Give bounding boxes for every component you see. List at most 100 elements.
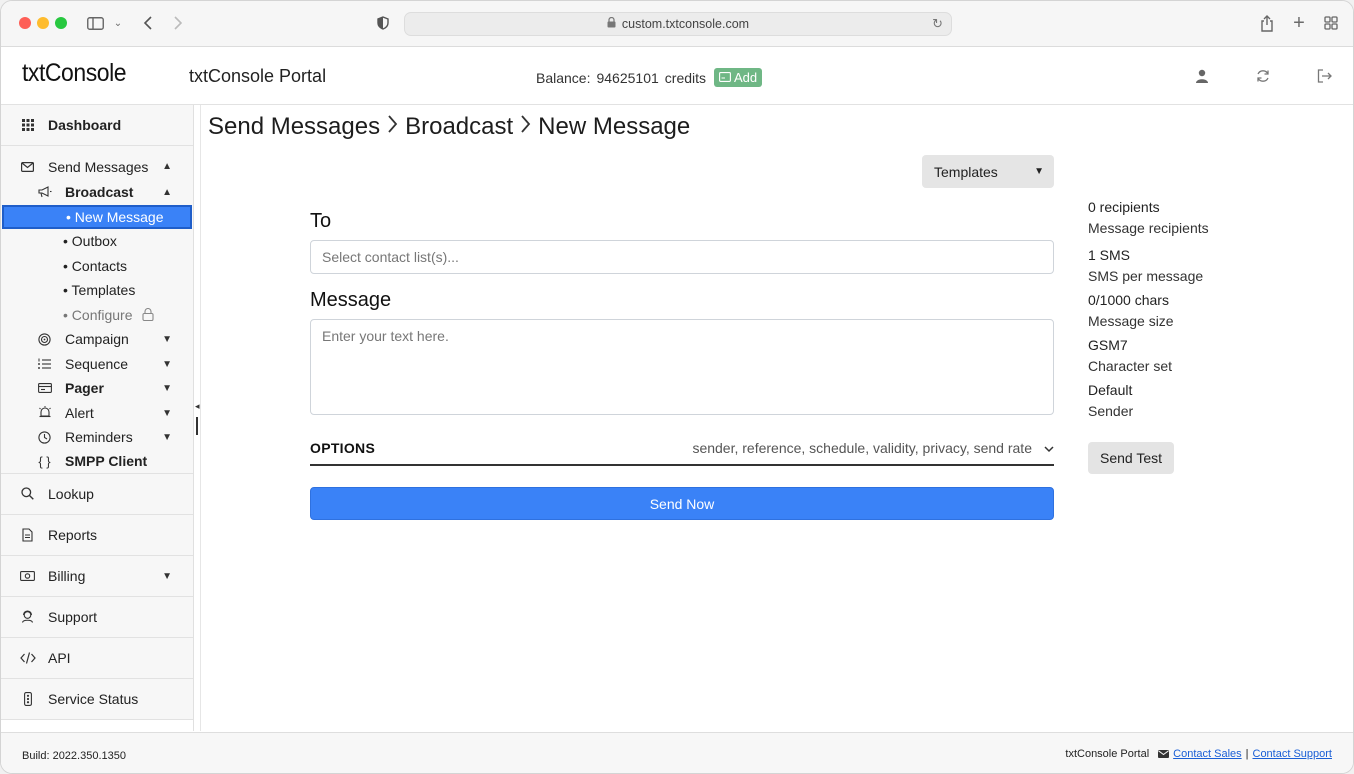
add-credits-button[interactable]: Add — [714, 68, 763, 87]
app-header: txtConsole txtConsole Portal Balance: 94… — [1, 48, 1353, 105]
logo[interactable]: txtConsole — [22, 59, 127, 88]
send-now-label: Send Now — [649, 495, 715, 512]
contact-support-link[interactable]: Contact Support — [1253, 748, 1333, 760]
sidebar-item-alert[interactable]: Alert ▼ — [1, 400, 193, 425]
message-placeholder: Enter your text here. — [322, 328, 449, 344]
reload-icon[interactable]: ↻ — [932, 16, 943, 32]
templates-dropdown[interactable]: Templates ▼ — [922, 155, 1054, 188]
sidebar-item-broadcast[interactable]: Broadcast ▲ — [1, 180, 193, 205]
stat-chars: 0/1000 chars Message size — [1088, 290, 1209, 332]
caret-down-icon: ▼ — [1034, 166, 1044, 177]
numbered-list-icon — [36, 358, 53, 370]
alarm-icon — [36, 406, 53, 419]
envelope-icon — [19, 161, 36, 172]
balance-label: Balance: — [536, 69, 591, 86]
sidebar-resize-handle[interactable] — [196, 417, 198, 435]
wallet-icon — [719, 70, 731, 85]
sidebar-item-label: SMPP Client — [65, 453, 148, 469]
contact-sales-link[interactable]: Contact Sales — [1173, 748, 1241, 760]
sidebar-item-service-status[interactable]: Service Status — [1, 678, 193, 720]
footer-links: txtConsole Portal Contact Sales | Contac… — [1065, 748, 1332, 760]
forward-icon[interactable] — [169, 13, 187, 33]
minimize-window-button[interactable] — [37, 17, 49, 29]
collapse-sidebar-icon[interactable]: ◂ — [195, 401, 200, 412]
sidebar-item-api[interactable]: API — [1, 637, 193, 679]
sidebar-item-templates[interactable]: • Templates — [1, 278, 193, 303]
pager-icon — [36, 383, 53, 394]
sidebar-item-label: Reminders — [65, 429, 133, 446]
breadcrumb-send-messages[interactable]: Send Messages — [208, 113, 380, 141]
sidebar-item-label: Alert — [65, 404, 94, 421]
caret-down-icon: ▼ — [162, 334, 172, 345]
stat-value: 1 SMS — [1088, 247, 1131, 263]
url-text: custom.txtconsole.com — [621, 17, 750, 31]
stat-recipients: 0 recipients Message recipients — [1088, 197, 1209, 239]
clock-icon — [36, 431, 53, 444]
sidebar-item-label: API — [48, 649, 71, 666]
sidebar-item-label: Service Status — [48, 690, 139, 707]
footer: Build: 2022.350.1350 txtConsole Portal C… — [1, 732, 1353, 773]
close-window-button[interactable] — [19, 17, 31, 29]
tab-overview-icon[interactable] — [1321, 13, 1341, 33]
sidebar-toggle-icon[interactable] — [85, 13, 105, 33]
sidebar-item-pager[interactable]: Pager ▼ — [1, 376, 193, 401]
cash-icon — [19, 570, 36, 581]
send-test-label: Send Test — [1099, 450, 1162, 466]
megaphone-icon — [36, 186, 53, 198]
sidebar-item-configure[interactable]: • Configure — [1, 302, 193, 327]
sidebar-item-outbox[interactable]: • Outbox — [1, 229, 193, 254]
send-messages-group: Send Messages ▲ Broadcast ▲ • New Messag… — [1, 146, 193, 474]
message-textarea[interactable]: Enter your text here. — [310, 319, 1054, 415]
sidebar-item-lookup[interactable]: Lookup — [1, 473, 193, 515]
caret-down-icon: ▼ — [162, 358, 172, 370]
sidebar-item-new-message[interactable]: • New Message — [2, 204, 192, 229]
message-label: Message — [310, 289, 392, 311]
to-placeholder: Select contact list(s)... — [322, 249, 459, 265]
browser-window: ⌄ custom.txtconsole.com ↻ + txtConsole t… — [0, 0, 1354, 774]
options-summary: sender, reference, schedule, validity, p… — [692, 439, 1032, 456]
stat-label: Message size — [1088, 313, 1174, 329]
chevron-right-icon — [520, 114, 531, 140]
caret-down-icon: ▼ — [162, 407, 172, 419]
document-icon — [19, 527, 36, 542]
stat-value: Default — [1088, 382, 1133, 398]
new-tab-icon[interactable]: + — [1289, 12, 1309, 34]
shield-icon[interactable] — [374, 13, 392, 33]
chevron-down-icon[interactable]: ⌄ — [111, 13, 125, 33]
back-icon[interactable] — [139, 13, 157, 33]
zoom-window-button[interactable] — [55, 17, 67, 29]
address-bar[interactable]: custom.txtconsole.com ↻ — [404, 12, 952, 36]
search-icon — [19, 487, 36, 500]
stat-value: 0/1000 chars — [1088, 292, 1169, 308]
portal-title: txtConsole Portal — [189, 66, 327, 86]
sidebar-item-reminders[interactable]: Reminders ▼ — [1, 425, 193, 450]
share-icon[interactable] — [1257, 13, 1277, 33]
sidebar-item-billing[interactable]: Billing ▼ — [1, 555, 193, 597]
sidebar-item-contacts[interactable]: • Contacts — [1, 253, 193, 278]
breadcrumb-broadcast[interactable]: Broadcast — [405, 113, 513, 141]
sidebar-item-campaign[interactable]: Campaign ▼ — [1, 327, 193, 352]
breadcrumb: Send Messages Broadcast New Message — [208, 113, 690, 141]
options-title: OPTIONS — [310, 439, 376, 456]
caret-down-icon: ▼ — [162, 570, 172, 582]
sidebar-item-label: Pager — [65, 380, 104, 397]
refresh-icon[interactable] — [1252, 65, 1274, 87]
to-contact-list-select[interactable]: Select contact list(s)... — [310, 240, 1054, 274]
sidebar-item-reports[interactable]: Reports — [1, 514, 193, 556]
sidebar: Dashboard Send Messages ▲ Broadcast ▲ • … — [1, 105, 194, 731]
logout-icon[interactable] — [1313, 65, 1335, 87]
balance-value: 94625101 — [596, 69, 659, 86]
caret-up-icon: ▲ — [162, 187, 172, 198]
sidebar-item-dashboard[interactable]: Dashboard — [1, 105, 193, 146]
sidebar-item-smpp-client[interactable]: { } SMPP Client — [1, 449, 193, 473]
balance-display: Balance: 94625101 credits Add — [536, 68, 763, 87]
options-toggle[interactable]: OPTIONS sender, reference, schedule, val… — [310, 431, 1054, 466]
user-icon[interactable] — [1191, 65, 1213, 87]
sidebar-item-support[interactable]: Support — [1, 596, 193, 638]
send-test-button[interactable]: Send Test — [1088, 442, 1174, 474]
grid-icon — [19, 119, 36, 131]
sidebar-item-sequence[interactable]: Sequence ▼ — [1, 351, 193, 376]
send-now-button[interactable]: Send Now — [310, 487, 1054, 520]
breadcrumb-new-message: New Message — [538, 113, 691, 140]
sidebar-item-label: Reports — [48, 526, 98, 543]
